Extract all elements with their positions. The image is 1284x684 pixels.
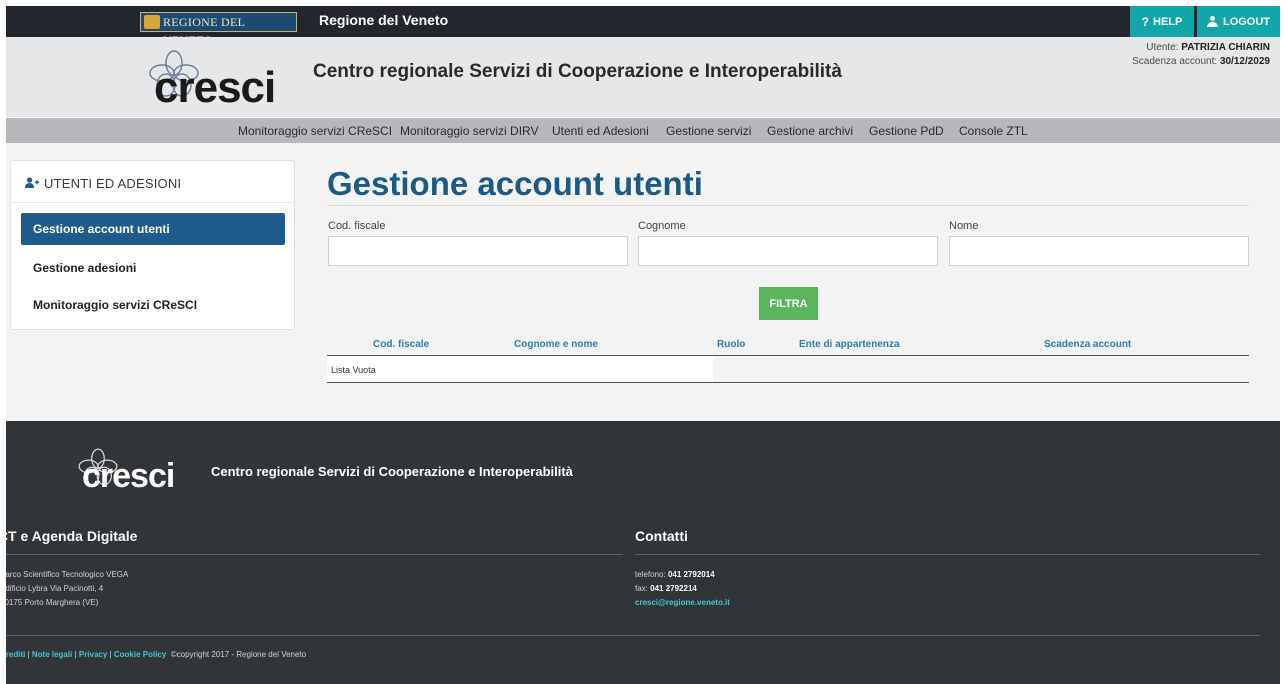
help-button[interactable]: ? HELP xyxy=(1130,6,1194,37)
app-header: cresci Centro regionale Servizi di Coope… xyxy=(6,37,1280,117)
user-label: Utente: xyxy=(1146,42,1179,53)
logout-label: LOGOUT xyxy=(1222,15,1271,28)
footer: cresci Centro regionale Servizi di Coope… xyxy=(6,421,1280,684)
footer-ict-heading: ICT e Agenda Digitale xyxy=(6,528,138,544)
nav-monitoraggio-cresci[interactable]: Monitoraggio servizi CReSCI xyxy=(238,124,392,138)
user-info: Utente: PATRIZIA CHIARIN Scadenza accoun… xyxy=(1132,41,1270,69)
cresci-logo-text: cresci xyxy=(154,63,276,112)
footer-right-divider xyxy=(635,554,1260,555)
crediti-link[interactable]: Crediti xyxy=(6,650,25,659)
regione-veneto-logo[interactable]: REGIONE DEL VENETO xyxy=(140,12,297,47)
column-header-scadenza[interactable]: Scadenza account xyxy=(1044,339,1131,350)
footer-cresci-logo[interactable]: cresci xyxy=(76,447,196,495)
expiry-date: 30/12/2029 xyxy=(1219,56,1270,67)
sidebar-title: UTENTI ED ADESIONI xyxy=(44,176,182,191)
nav-gestione-servizi[interactable]: Gestione servizi xyxy=(666,124,751,138)
filter-button[interactable]: FILTRA xyxy=(759,287,818,320)
logout-button[interactable]: LOGOUT xyxy=(1197,6,1280,37)
expiry-label: Scadenza account: xyxy=(1132,56,1218,67)
cod-fiscale-input[interactable] xyxy=(328,236,628,266)
empty-list-text: Lista Vuota xyxy=(331,365,376,375)
user-line: Utente: PATRIZIA CHIARIN xyxy=(1132,41,1270,55)
column-header-ente[interactable]: Ente di appartenenza xyxy=(799,339,900,350)
sidebar-item-monitoraggio-cresci[interactable]: Monitoraggio servizi CReSCI xyxy=(21,289,285,321)
sidebar-item-gestione-account[interactable]: Gestione account utenti xyxy=(21,213,285,245)
main-nav: Monitoraggio servizi CReSCI Monitoraggio… xyxy=(6,118,1280,143)
nav-gestione-pdd[interactable]: Gestione PdD xyxy=(869,124,944,138)
title-divider xyxy=(327,205,1249,206)
fax-label: fax: xyxy=(635,584,648,593)
sidebar-item-gestione-adesioni[interactable]: Gestione adesioni xyxy=(21,252,285,284)
nome-input[interactable] xyxy=(949,236,1249,266)
footer-address: Parco Scientifico Tecnologico VEGA Edifi… xyxy=(6,568,128,610)
cresci-logo[interactable]: cresci xyxy=(146,49,296,112)
address-line: Parco Scientifico Tecnologico VEGA xyxy=(6,570,129,579)
sidebar: UTENTI ED ADESIONI Gestione account uten… xyxy=(10,160,295,330)
nav-monitoraggio-dirv[interactable]: Monitoraggio servizi DIRV xyxy=(400,124,539,138)
address-line: 30175 Porto Marghera (VE) xyxy=(6,598,99,607)
copyright-text: ©copyright 2017 - Regione del Veneto xyxy=(170,650,307,659)
regione-crest-icon xyxy=(144,15,160,29)
email-link[interactable]: cresci@regione.veneto.it xyxy=(635,596,730,610)
add-user-icon xyxy=(25,177,39,188)
user-icon xyxy=(1206,16,1218,27)
expiry-line: Scadenza account: 30/12/2029 xyxy=(1132,55,1270,69)
fax-number: 041 2792214 xyxy=(650,584,697,593)
nome-label: Nome xyxy=(949,220,979,232)
privacy-link[interactable]: Privacy xyxy=(79,650,107,659)
region-title: Regione del Veneto xyxy=(319,12,449,28)
cookie-policy-link[interactable]: Cookie Policy xyxy=(114,650,166,659)
address-line: Edificio Lybra Via Pacinotti, 4 xyxy=(6,584,104,593)
nav-console-ztl[interactable]: Console ZTL xyxy=(959,124,1028,138)
cognome-label: Cognome xyxy=(638,220,686,232)
help-label: HELP xyxy=(1153,15,1183,28)
footer-contacts: telefono: 041 2792014 fax: 041 2792214 c… xyxy=(635,568,730,610)
column-header-cod-fiscale[interactable]: Cod. fiscale xyxy=(373,339,429,350)
column-header-ruolo[interactable]: Ruolo xyxy=(717,339,745,350)
footer-links: Crediti | Note legali | Privacy | Cookie… xyxy=(6,650,306,659)
cod-fiscale-label: Cod. fiscale xyxy=(328,220,386,232)
footer-left-divider xyxy=(6,554,623,555)
fax-line: fax: 041 2792214 xyxy=(635,582,730,596)
user-name: PATRIZIA CHIARIN xyxy=(1181,42,1270,53)
cognome-input[interactable] xyxy=(638,236,938,266)
sidebar-header: UTENTI ED ADESIONI xyxy=(11,161,294,203)
note-legali-link[interactable]: Note legali xyxy=(32,650,72,659)
app-title: Centro regionale Servizi di Cooperazione… xyxy=(313,61,842,82)
phone-label: telefono: xyxy=(635,570,666,579)
question-mark-icon: ? xyxy=(1141,14,1149,29)
footer-logo-text: cresci xyxy=(82,457,175,495)
table-bottom-divider xyxy=(327,382,1249,383)
top-bar: REGIONE DEL VENETO Regione del Veneto ? … xyxy=(6,6,1280,47)
nav-gestione-archivi[interactable]: Gestione archivi xyxy=(767,124,853,138)
page-title: Gestione account utenti xyxy=(327,165,703,202)
table-row xyxy=(327,356,713,382)
phone-number: 041 2792014 xyxy=(667,570,715,579)
footer-bottom-divider xyxy=(6,635,1260,636)
footer-title: Centro regionale Servizi di Cooperazione… xyxy=(211,464,573,479)
column-header-cognome-nome[interactable]: Cognome e nome xyxy=(514,339,598,350)
nav-utenti-adesioni[interactable]: Utenti ed Adesioni xyxy=(552,124,649,138)
footer-contacts-heading: Contatti xyxy=(635,528,688,544)
phone-line: telefono: 041 2792014 xyxy=(635,568,730,582)
